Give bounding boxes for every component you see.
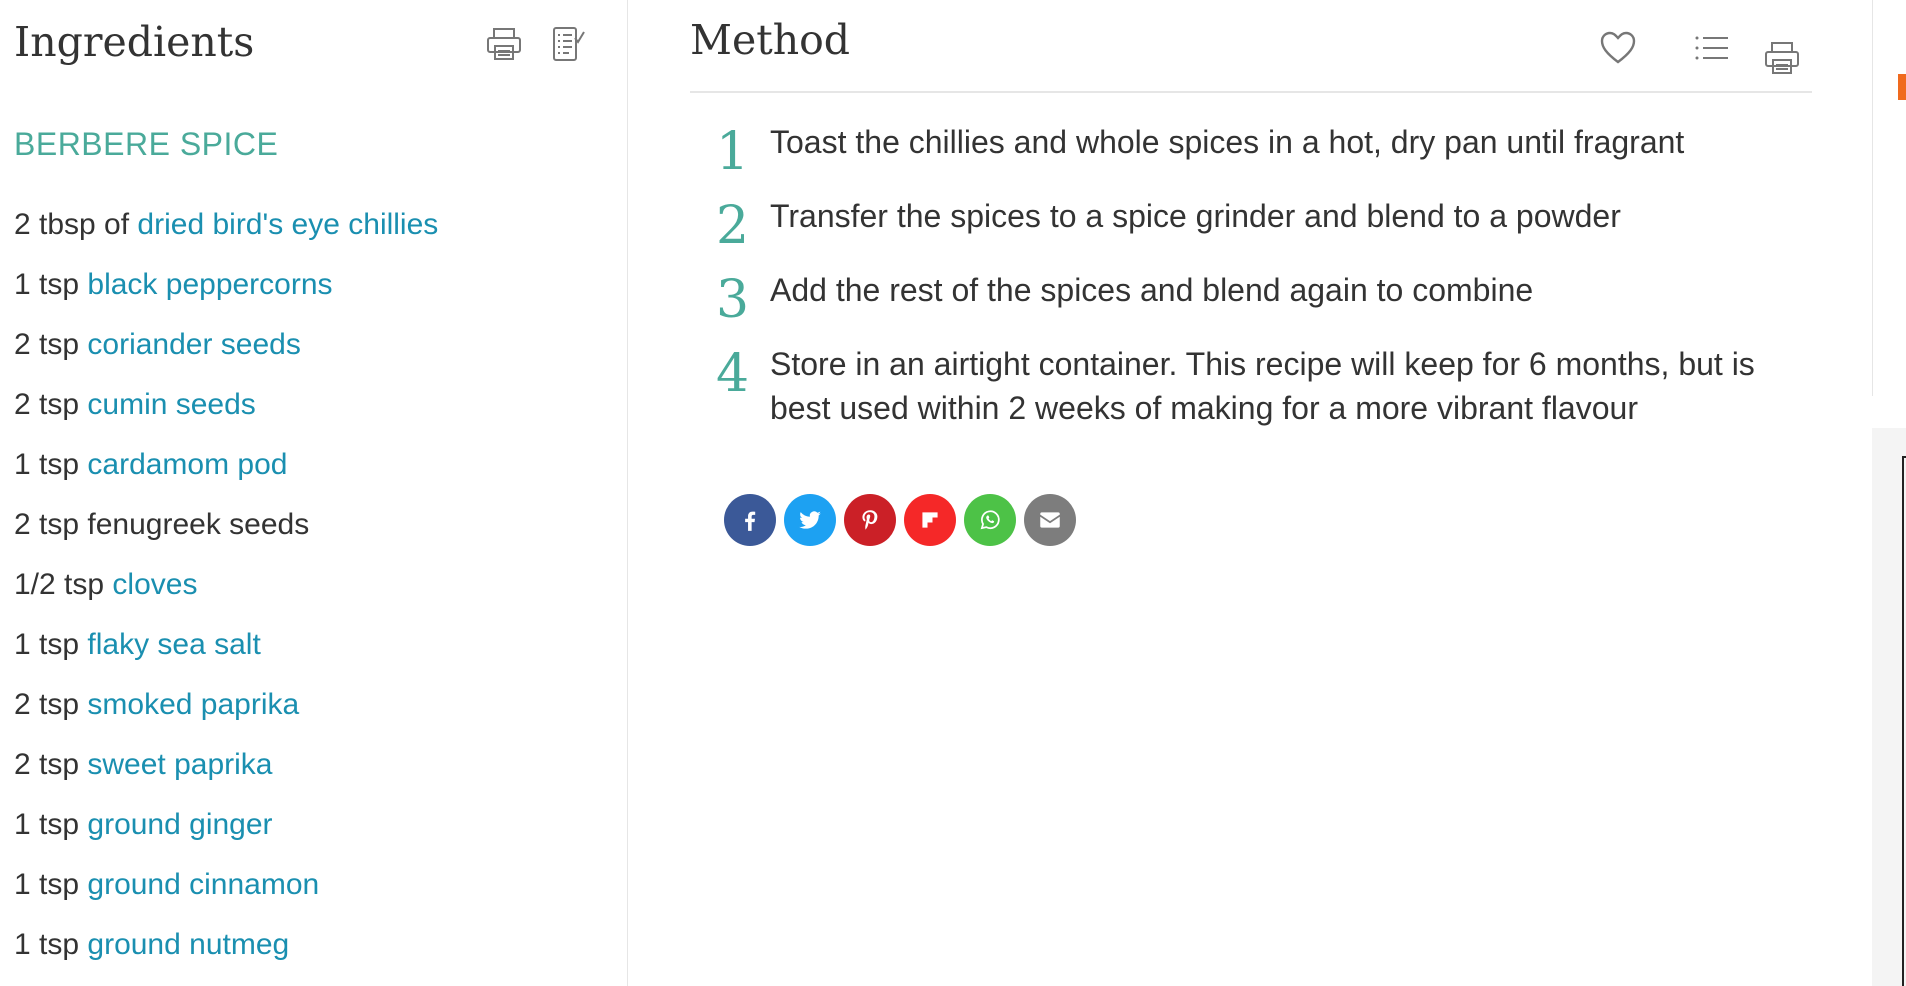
ingredient-quantity: 1 tsp	[14, 448, 80, 481]
ingredient-quantity: 1/2 tsp	[14, 568, 105, 601]
ingredient-quantity: 1 tsp	[14, 808, 80, 841]
list-icon[interactable]	[1690, 26, 1734, 70]
ingredient-quantity: 1 tsp	[14, 868, 80, 901]
heart-icon[interactable]	[1596, 26, 1640, 70]
share-pinterest-button[interactable]	[844, 494, 896, 546]
pinterest-icon	[862, 510, 878, 530]
ingredient-item: 2 tsp smoked paprika	[14, 680, 438, 740]
printer-icon[interactable]	[1760, 36, 1804, 80]
step-number: 2	[716, 196, 750, 256]
step-number: 3	[716, 270, 750, 330]
method-step: 1 Toast the chillies and whole spices in…	[690, 120, 1812, 194]
ingredient-link[interactable]: coriander seeds	[87, 328, 300, 361]
ingredients-panel: Ingredients BERBERE SPICE 2 tbsp of drie…	[0, 0, 628, 986]
ingredient-quantity: 2 tsp	[14, 688, 80, 721]
ingredient-item: 2 tsp sweet paprika	[14, 740, 438, 800]
method-title: Method	[690, 16, 851, 64]
ingredient-link[interactable]: cloves	[112, 568, 197, 601]
ingredient-item: 1 tsp flaky sea salt	[14, 620, 438, 680]
ingredient-item: 1 tsp ground cinnamon	[14, 860, 438, 920]
share-flipboard-button[interactable]	[904, 494, 956, 546]
ingredient-item: 2 tsp cumin seeds	[14, 380, 438, 440]
ingredient-quantity: 2 tbsp of	[14, 208, 130, 241]
step-number: 1	[716, 122, 750, 182]
ingredient-item: 1/2 tsp cloves	[14, 560, 438, 620]
ingredient-name: fenugreek seeds	[87, 508, 310, 541]
ingredient-item: 1 tsp black peppercorns	[14, 260, 438, 320]
ingredient-link[interactable]: smoked paprika	[87, 688, 299, 721]
ingredient-quantity: 2 tsp	[14, 328, 80, 361]
ingredient-link[interactable]: black peppercorns	[87, 268, 332, 301]
ingredient-link[interactable]: ground nutmeg	[87, 928, 289, 961]
ingredient-link[interactable]: ground cinnamon	[87, 868, 319, 901]
ingredient-list: 2 tbsp of dried bird's eye chillies 1 tsp…	[14, 200, 438, 980]
share-twitter-button[interactable]	[784, 494, 836, 546]
method-step: 4 Store in an airtight container. This r…	[690, 342, 1812, 432]
ingredient-quantity: 1 tsp	[14, 268, 80, 301]
adjacent-panel-accent	[1898, 74, 1906, 100]
ingredient-link[interactable]: flaky sea salt	[87, 628, 260, 661]
ingredient-quantity: 1 tsp	[14, 628, 80, 661]
adjacent-ad-area	[1872, 428, 1906, 986]
printer-icon[interactable]	[482, 22, 526, 66]
ingredient-item: 2 tsp fenugreek seeds	[14, 500, 438, 560]
method-divider	[690, 91, 1812, 93]
email-icon	[1040, 512, 1060, 528]
ingredient-item: 1 tsp ground nutmeg	[14, 920, 438, 980]
ingredient-quantity: 2 tsp	[14, 388, 80, 421]
ingredient-item: 2 tsp coriander seeds	[14, 320, 438, 380]
whatsapp-icon	[980, 510, 1000, 530]
checklist-icon[interactable]	[545, 22, 589, 66]
share-whatsapp-button[interactable]	[964, 494, 1016, 546]
step-text: Add the rest of the spices and blend aga…	[770, 272, 1534, 308]
ingredient-link[interactable]: cardamom pod	[87, 448, 287, 481]
ingredient-link[interactable]: cumin seeds	[87, 388, 255, 421]
adjacent-ad-frame	[1902, 456, 1906, 986]
ingredient-quantity: 1 tsp	[14, 928, 80, 961]
ingredient-link[interactable]: sweet paprika	[87, 748, 272, 781]
facebook-icon	[745, 511, 756, 531]
ingredient-link[interactable]: dried bird's eye chillies	[137, 208, 438, 241]
step-text: Toast the chillies and whole spices in a…	[770, 124, 1685, 160]
method-step: 3 Add the rest of the spices and blend a…	[690, 268, 1812, 342]
adjacent-panel-edge	[1872, 0, 1906, 396]
ingredient-quantity: 2 tsp	[14, 748, 80, 781]
share-bar	[724, 494, 1076, 546]
share-email-button[interactable]	[1024, 494, 1076, 546]
share-facebook-button[interactable]	[724, 494, 776, 546]
step-text: Transfer the spices to a spice grinder a…	[770, 198, 1621, 234]
ingredient-quantity: 2 tsp	[14, 508, 80, 541]
method-steps: 1 Toast the chillies and whole spices in…	[690, 120, 1812, 432]
ingredient-item: 2 tbsp of dried bird's eye chillies	[14, 200, 438, 260]
ingredients-title: Ingredients	[14, 18, 255, 66]
twitter-icon	[799, 511, 821, 529]
ingredient-section-heading: BERBERE SPICE	[14, 126, 279, 162]
step-number: 4	[716, 344, 750, 404]
ingredient-link[interactable]: ground ginger	[87, 808, 272, 841]
method-step: 2 Transfer the spices to a spice grinder…	[690, 194, 1812, 268]
ingredient-item: 1 tsp ground ginger	[14, 800, 438, 860]
step-text: Store in an airtight container. This rec…	[770, 346, 1755, 426]
flipboard-icon	[922, 512, 938, 528]
ingredient-item: 1 tsp cardamom pod	[14, 440, 438, 500]
